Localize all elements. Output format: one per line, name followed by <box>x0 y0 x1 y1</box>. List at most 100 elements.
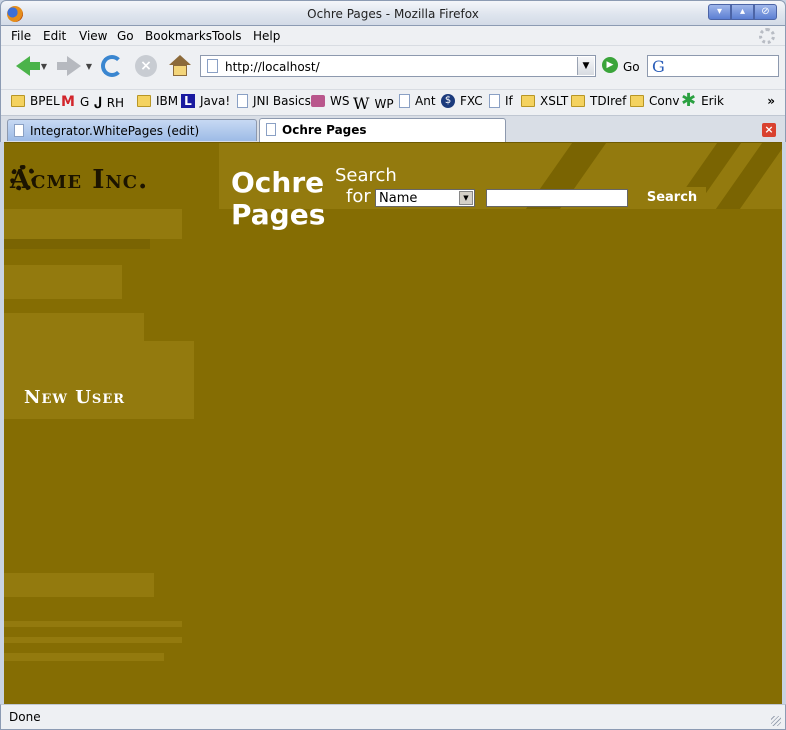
go-icon[interactable]: ▶ <box>602 57 618 73</box>
bookmark-label: RH <box>106 96 125 110</box>
bookmark-label: TDIref <box>590 94 627 108</box>
rh-icon: Ꭻ <box>95 94 102 112</box>
tab-ochre-pages[interactable]: Ochre Pages <box>259 118 506 142</box>
bookmark-label: Erik <box>701 94 724 108</box>
web-search-box[interactable]: G <box>647 55 779 77</box>
folder-icon <box>137 95 151 107</box>
new-user-link[interactable]: New User <box>24 387 125 408</box>
chevron-down-icon[interactable]: ▼ <box>459 191 473 205</box>
bookmark-label: If <box>505 94 513 108</box>
bookmark-label: Ant <box>415 94 436 108</box>
decorative-block <box>4 265 122 299</box>
tab-integrator-whitepages[interactable]: Integrator.WhitePages (edit) <box>7 119 257 141</box>
search-field-select[interactable]: Name ▼ <box>375 189 475 207</box>
throbber-icon <box>759 28 775 44</box>
home-button[interactable] <box>167 53 193 79</box>
window-title: Ochre Pages - Mozilla Firefox <box>307 7 479 21</box>
bookmark-label: WS <box>330 94 350 108</box>
reload-button[interactable] <box>99 53 125 79</box>
status-bar: Done <box>0 704 786 730</box>
bookmark-bpel[interactable]: BPEL <box>11 94 60 108</box>
menu-help[interactable]: Help <box>253 29 280 43</box>
folder-icon <box>521 95 535 107</box>
bookmark-label: IBM <box>156 94 179 108</box>
bookmark-jni-basics[interactable]: JNI Basics <box>237 94 311 108</box>
home-icon <box>169 55 191 77</box>
stop-button[interactable]: × <box>133 53 159 79</box>
folder-icon <box>630 95 644 107</box>
page-icon <box>489 94 500 108</box>
tab-bar: Integrator.WhitePages (edit) Ochre Pages… <box>1 115 785 142</box>
bookmark-label: JNI Basics <box>253 94 311 108</box>
bookmark-xslt[interactable]: XSLT <box>521 94 568 108</box>
stop-icon: × <box>135 55 157 77</box>
decorative-stripe <box>4 621 182 627</box>
menu-file[interactable]: File <box>11 29 31 43</box>
folder-icon <box>571 95 585 107</box>
wiki-icon <box>311 95 325 107</box>
search-field-value: Name <box>379 191 418 206</box>
bookmark-fxc[interactable]: $ FXC <box>441 94 483 108</box>
dollar-icon: $ <box>441 94 455 108</box>
bookmark-gmail[interactable]: MG <box>61 94 89 110</box>
page-icon <box>207 59 218 73</box>
address-dropdown-button[interactable]: ▼ <box>577 57 594 75</box>
bookmark-erik[interactable]: ✱ Erik <box>681 92 724 110</box>
minimize-button[interactable]: ▾ <box>708 4 731 20</box>
menu-tools[interactable]: Tools <box>212 29 242 43</box>
menu-view[interactable]: View <box>79 29 107 43</box>
decorative-block <box>4 209 182 239</box>
page-icon <box>399 94 410 108</box>
bookmark-ant[interactable]: Ant <box>399 94 436 108</box>
maximize-button[interactable]: ▴ <box>731 4 754 20</box>
bookmark-java[interactable]: L Java! <box>181 94 230 108</box>
address-bar[interactable]: http://localhost/ ▼ <box>200 55 596 77</box>
bookmark-label: WP <box>374 96 394 111</box>
tab-label: Integrator.WhitePages (edit) <box>30 124 200 138</box>
back-button[interactable] <box>11 53 40 79</box>
bookmark-label: Conv <box>649 94 680 108</box>
search-input[interactable] <box>486 189 628 207</box>
address-url[interactable]: http://localhost/ <box>225 60 320 74</box>
bookmark-conv[interactable]: Conv <box>630 94 679 108</box>
bookmark-ws[interactable]: WS <box>311 94 349 108</box>
navigation-toolbar: ▼ ▼ × http://localhost/ ▼ ▶ Go G <box>1 47 785 83</box>
browser-chrome: File Edit View Go Bookmarks Tools Help ▼… <box>0 26 786 142</box>
bookmark-ibm[interactable]: IBM <box>137 94 178 108</box>
tab-label: Ochre Pages <box>282 123 367 137</box>
forward-arrow-icon <box>57 56 81 76</box>
bookmark-label: FXC <box>460 94 483 108</box>
window-controls: ▾ ▴ ⊘ <box>708 4 777 20</box>
page-icon <box>266 123 276 136</box>
decorative-stripe <box>4 239 150 249</box>
search-for-label: for <box>346 186 371 207</box>
bookmarks-overflow-chevron[interactable]: » <box>767 94 775 108</box>
bookmark-rh[interactable]: Ꭻ RH <box>95 94 124 112</box>
search-button[interactable]: Search <box>638 187 706 209</box>
gmail-icon: M <box>61 94 75 110</box>
bookmark-if[interactable]: If <box>489 94 513 108</box>
status-text: Done <box>9 710 41 724</box>
resize-grip-icon[interactable] <box>771 716 781 726</box>
close-window-button[interactable]: ⊘ <box>754 4 777 20</box>
go-button[interactable]: Go <box>623 60 640 74</box>
close-tab-button[interactable]: × <box>762 123 776 137</box>
search-label: Search <box>335 165 397 186</box>
page-icon <box>237 94 248 108</box>
menu-go[interactable]: Go <box>117 29 134 43</box>
company-logo: Acme Inc. <box>10 165 149 195</box>
back-history-dropdown[interactable]: ▼ <box>39 53 49 79</box>
bookmark-tdiref[interactable]: TDIref <box>571 94 626 108</box>
bookmark-label: XSLT <box>540 94 569 108</box>
menu-edit[interactable]: Edit <box>43 29 66 43</box>
decorative-block <box>4 573 154 597</box>
google-icon[interactable]: G <box>652 57 665 76</box>
forward-button[interactable] <box>57 53 81 79</box>
bookmark-label: Java! <box>200 94 231 108</box>
menu-bar: File Edit View Go Bookmarks Tools Help <box>1 26 785 46</box>
page-icon <box>14 124 24 137</box>
forward-history-dropdown[interactable]: ▼ <box>84 53 94 79</box>
menu-bookmarks[interactable]: Bookmarks <box>145 29 212 43</box>
decorative-stripe <box>4 637 182 643</box>
bookmark-wp[interactable]: W WP <box>353 94 394 113</box>
